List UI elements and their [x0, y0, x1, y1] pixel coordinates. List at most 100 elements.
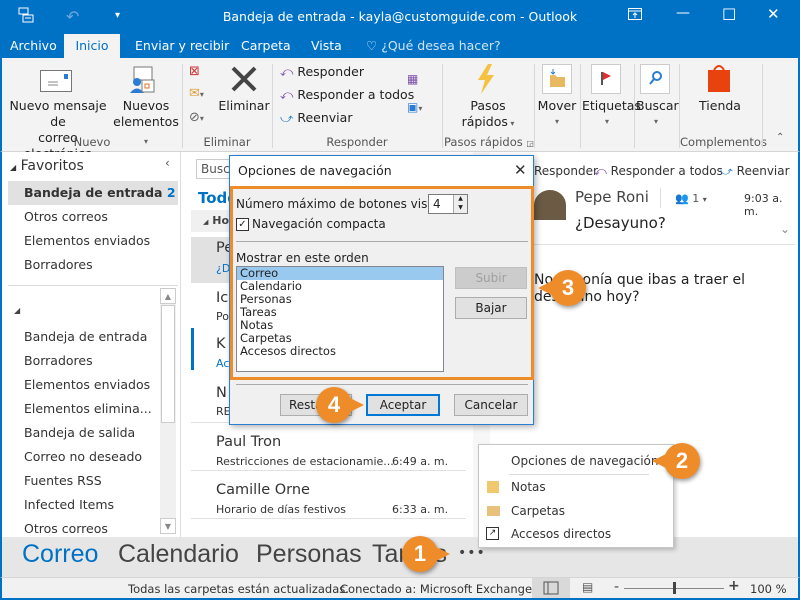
maximize-button[interactable]: ☐	[722, 5, 736, 24]
message-sender[interactable]: N	[216, 385, 227, 401]
minimize-button[interactable]: —	[676, 5, 690, 21]
message-sender[interactable]: Paul Tron	[216, 434, 281, 450]
forward-button[interactable]: ⤻ Reenviar	[280, 108, 352, 128]
reply-button[interactable]: ⤺ Responder	[280, 62, 364, 82]
expand-header-icon[interactable]: ⌄	[780, 222, 790, 236]
scroll-thumb[interactable]	[161, 305, 175, 423]
favorite-other[interactable]: Otros correos	[24, 209, 108, 224]
zoom-slider-thumb[interactable]	[673, 582, 676, 594]
close-button[interactable]: ✕	[767, 5, 780, 23]
sender-name[interactable]: Pepe Roni	[575, 188, 649, 206]
tab-enviar-recibir[interactable]: Enviar y recibir	[125, 34, 239, 58]
message-subject: Horario de días festivos	[216, 503, 347, 516]
menu-item-folders[interactable]: Carpetas	[511, 504, 565, 518]
reply-all-button[interactable]: ⤺ Responder a todos	[280, 85, 414, 105]
new-items-button[interactable]: Nuevos elementos ▾	[112, 98, 180, 150]
folder-item[interactable]: Fuentes RSS	[24, 473, 102, 488]
message-sender[interactable]: K	[216, 336, 226, 352]
normal-view-button[interactable]	[532, 578, 570, 598]
folder-item[interactable]: Infected Items	[24, 497, 114, 512]
delete-button[interactable]: Eliminar	[218, 98, 270, 114]
compact-nav-checkbox[interactable]: ✓	[236, 218, 249, 231]
folder-icon	[487, 506, 500, 516]
menu-item-notes[interactable]: Notas	[511, 480, 546, 494]
zoom-level[interactable]: 100 %	[750, 582, 787, 596]
tell-me-placeholder: ¿Qué desea hacer?	[381, 38, 501, 53]
navigation-bar: Correo Calendario Personas Tareas •••	[0, 537, 800, 577]
message-sender[interactable]: Camille Orne	[216, 482, 310, 498]
folder-scrollbar[interactable]: ▲ ▼	[160, 288, 176, 534]
reading-view-button[interactable]: ▤	[582, 580, 593, 594]
cancel-button[interactable]: Cancelar	[454, 394, 528, 416]
connection-status: Conectado a: Microsoft Exchange	[340, 582, 533, 596]
find-button[interactable]: Buscar ▾	[636, 98, 679, 130]
nav-mail[interactable]: Correo	[22, 540, 98, 569]
spin-down-icon[interactable]: ▼	[453, 204, 467, 213]
store-button[interactable]: Tienda	[692, 98, 748, 114]
junk-icon[interactable]: ⊘▾	[189, 110, 204, 125]
nav-people[interactable]: Personas	[256, 540, 362, 569]
group-divider	[580, 64, 581, 148]
group-header[interactable]: ◢ Ho	[203, 214, 229, 227]
favorites-header[interactable]: ◢ Favoritos	[10, 158, 84, 174]
account-collapse-icon[interactable]: ◢	[14, 306, 20, 315]
folder-item[interactable]: Otros correos	[24, 521, 108, 536]
tell-me-box[interactable]: ♡ ¿Qué desea hacer?	[356, 34, 511, 58]
ribbon-display-options-icon[interactable]	[628, 8, 642, 24]
quick-steps-icon	[476, 64, 496, 97]
favorite-inbox[interactable]: Bandeja de entrada 2	[24, 185, 176, 200]
spin-up-icon[interactable]: ▲	[453, 195, 467, 204]
folder-item[interactable]: Elementos elimina...	[24, 401, 152, 416]
tags-button[interactable]: Etiquetas ▾	[582, 98, 641, 130]
scroll-up-icon[interactable]: ▲	[160, 288, 176, 304]
folder-item[interactable]: Bandeja de salida	[24, 425, 135, 440]
collapse-triangle-icon: ◢	[10, 163, 17, 172]
tab-vista[interactable]: Vista	[301, 34, 352, 58]
order-listbox[interactable]: Correo Calendario Personas Tareas Notas …	[236, 266, 444, 372]
folder-item[interactable]: Borradores	[24, 353, 93, 368]
move-up-button[interactable]: Subir	[455, 267, 527, 289]
favorite-drafts[interactable]: Borradores	[24, 257, 93, 272]
meeting-reply-icon[interactable]: ▦	[407, 72, 418, 86]
reply-all-icon: ⤺	[280, 87, 294, 102]
folder-item[interactable]: Bandeja de entrada	[24, 329, 147, 344]
zoom-out-button[interactable]: -	[614, 579, 619, 595]
callout-arrow	[436, 547, 450, 561]
max-buttons-spinner[interactable]: 4 ▲ ▼	[428, 194, 468, 214]
recipients-button[interactable]: 👥 1 ▾	[675, 192, 707, 205]
reading-reply[interactable]: Responder	[534, 164, 598, 178]
zoom-in-button[interactable]: +	[728, 578, 740, 594]
ignore-icon[interactable]: ⊠	[189, 64, 200, 79]
reading-reply-all[interactable]: ⤺ Responder a todos	[594, 164, 723, 179]
collapse-ribbon-icon[interactable]: ⌃	[776, 132, 784, 143]
ok-button[interactable]: Aceptar	[366, 394, 440, 416]
more-respond-icon[interactable]: ▣▾	[407, 100, 422, 114]
quick-steps-button[interactable]: Pasos rápidos ▾	[450, 98, 526, 132]
menu-item-navigation-options[interactable]: Opciones de navegación...	[511, 454, 670, 468]
dialog-close-button[interactable]: ✕	[514, 161, 527, 179]
folder-item[interactable]: Correo no deseado	[24, 449, 142, 464]
minimize-pane-icon[interactable]: ‹	[165, 156, 170, 170]
scroll-down-icon[interactable]: ▼	[160, 518, 176, 534]
menu-item-shortcuts[interactable]: Accesos directos	[511, 527, 611, 541]
listbox-item[interactable]: Accesos directos	[237, 345, 443, 358]
tab-archivo[interactable]: Archivo	[0, 34, 67, 58]
delete-icon	[229, 64, 259, 97]
favorite-sent[interactable]: Elementos enviados	[24, 233, 150, 248]
tab-inicio[interactable]: Inicio	[64, 34, 120, 58]
message-sender[interactable]: Ic	[216, 290, 228, 306]
status-bar: Todas las carpetas están actualizadas. C…	[0, 577, 800, 600]
dialog-launcher-icon[interactable]: ◲	[526, 139, 534, 148]
move-down-button[interactable]: Bajar	[455, 297, 527, 319]
reply-icon: ⤺	[280, 64, 294, 79]
callout-badge: 3	[550, 270, 586, 306]
nav-calendar[interactable]: Calendario	[118, 540, 239, 569]
move-button[interactable]: Mover ▾	[536, 98, 578, 130]
clean-up-icon[interactable]: ✉▾	[189, 86, 204, 101]
reading-forward[interactable]: ⤻ Reenviar	[720, 164, 790, 179]
shortcut-icon: ↗	[486, 527, 499, 540]
navigation-options-dialog: Opciones de navegación ✕ Número máximo d…	[229, 155, 534, 425]
folder-item[interactable]: Elementos enviados	[24, 377, 150, 392]
tab-carpeta[interactable]: Carpeta	[231, 34, 301, 58]
dialog-divider	[236, 384, 528, 385]
